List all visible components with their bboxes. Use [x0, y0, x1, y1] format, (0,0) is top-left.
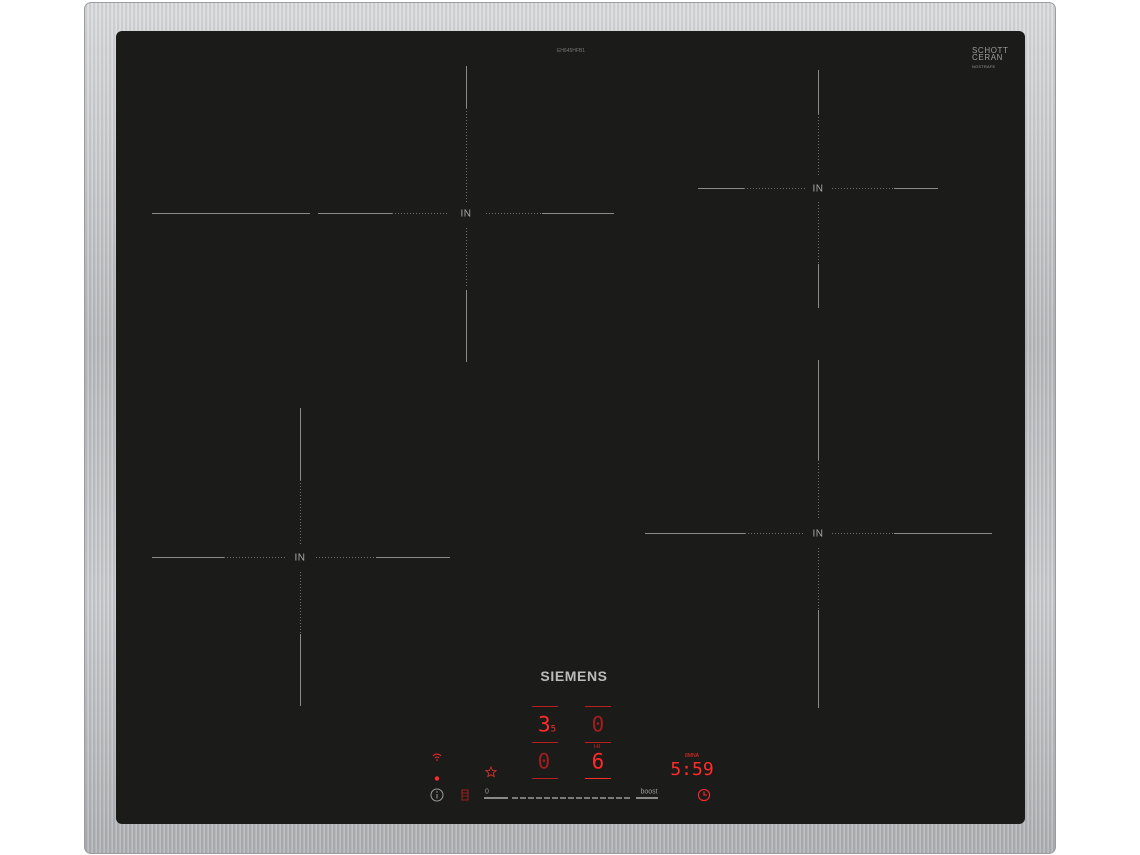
zone-top-right-power-display[interactable]: 0: [592, 714, 605, 736]
info-icon[interactable]: [430, 788, 444, 806]
zone-label-induction: IN: [812, 528, 824, 540]
clock-icon[interactable]: [697, 788, 711, 806]
zone-top-left-power-main: 3: [537, 712, 551, 737]
zone-label-induction: IN: [812, 183, 824, 195]
zone-bottom-right-power-display[interactable]: 6: [592, 751, 605, 773]
zone-bottom-left-power-display[interactable]: 0: [538, 751, 551, 773]
status-dot-icon: [434, 769, 440, 785]
timer-display[interactable]: 5:59: [670, 761, 713, 779]
child-lock-icon[interactable]: [461, 789, 469, 805]
zone-label-induction: IN: [294, 552, 306, 564]
wifi-icon[interactable]: [432, 749, 442, 765]
brand-logo: SIEMENS: [540, 668, 608, 684]
model-number: EH645HFB1: [556, 48, 586, 54]
slider-min-label: 0: [485, 788, 489, 796]
star-icon[interactable]: [484, 765, 498, 782]
schott-logo-note: NOSTRAFE: [972, 64, 996, 69]
zone-label-induction: IN: [460, 208, 472, 220]
zone-top-left-power-sub: 5: [550, 724, 557, 735]
cooktop-glass: [116, 31, 1025, 824]
zone-top-left-power-display[interactable]: 35: [537, 712, 557, 737]
schott-logo-line2: CERAN: [972, 53, 1004, 62]
slider-track[interactable]: [512, 797, 632, 799]
slider-max-label: boost: [640, 788, 658, 796]
schott-ceran-logo: SCHOTT CERAN NOSTRAFE: [972, 47, 1009, 70]
